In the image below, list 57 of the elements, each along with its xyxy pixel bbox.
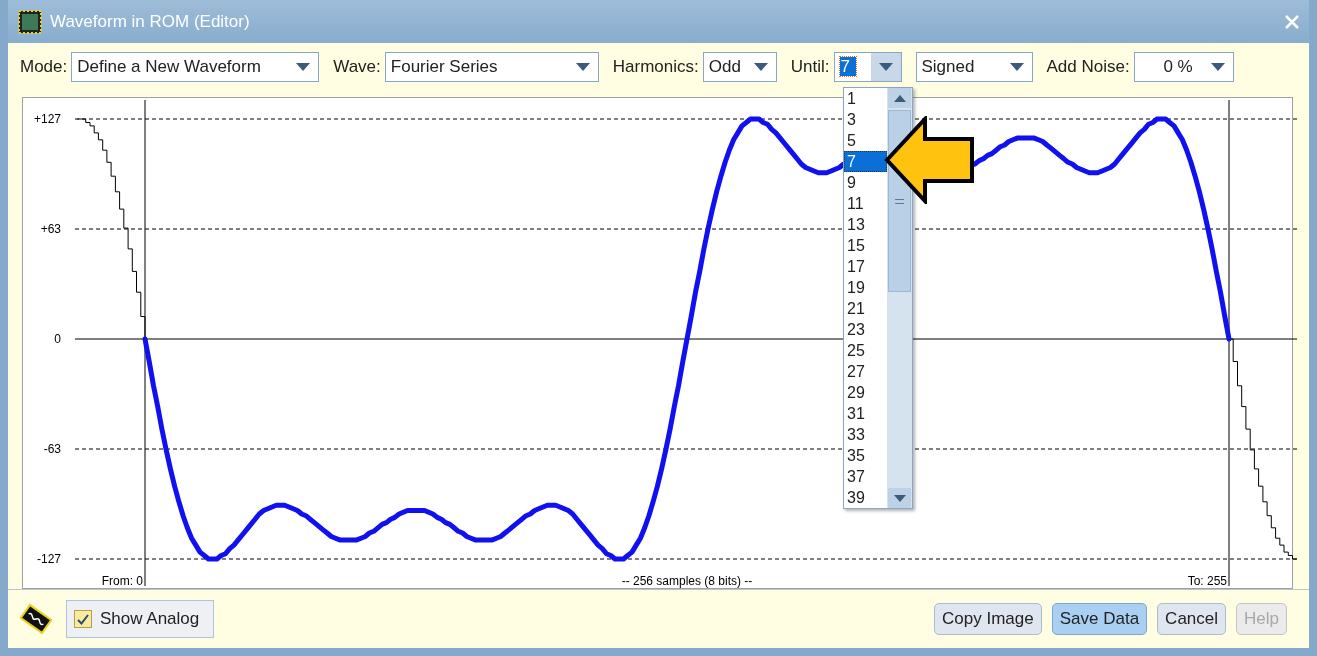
dropdown[interactable]: Odd [702, 52, 777, 82]
caret-icon [1009, 63, 1024, 71]
scroll-down-icon[interactable] [893, 494, 906, 502]
list-option[interactable]: 37 [844, 466, 887, 487]
list-option[interactable]: 19 [844, 277, 887, 298]
list-option[interactable]: 25 [844, 340, 887, 361]
list-option[interactable]: 11 [844, 193, 887, 214]
caret-icon [1210, 63, 1225, 71]
list-option[interactable]: 27 [844, 361, 887, 382]
axis-label: 0 [54, 332, 61, 346]
field-label: Add Noise: [1046, 57, 1130, 77]
arrow-icon [884, 116, 975, 204]
list-option[interactable]: 7 [844, 151, 887, 172]
dropdown[interactable]: Define a New Waveform [71, 52, 320, 82]
scroll-up-icon[interactable] [893, 94, 906, 102]
list-option[interactable]: 1 [844, 88, 887, 109]
list-option[interactable]: 9 [844, 172, 887, 193]
list-option[interactable]: 21 [844, 298, 887, 319]
list-option[interactable]: 15 [844, 235, 887, 256]
grip-icon [895, 198, 904, 204]
dropdown[interactable]: Fourier Series [384, 52, 599, 82]
list-option[interactable]: 39 [844, 487, 887, 508]
checkmark-icon [77, 613, 89, 625]
dropdown[interactable]: 0 % [1133, 52, 1234, 82]
show-analog-checkbox[interactable]: Show Analog [66, 600, 215, 638]
list-option[interactable]: 3 [844, 109, 887, 130]
axis-label: +127 [33, 112, 61, 126]
list-option[interactable]: 33 [844, 424, 887, 445]
list-option[interactable]: 5 [844, 130, 887, 151]
dialog-button[interactable]: Save Data [1051, 603, 1148, 635]
axis-label: From: 0 [101, 574, 143, 588]
list-option[interactable]: 29 [844, 382, 887, 403]
caret-icon [878, 63, 893, 71]
chip-icon [18, 9, 42, 34]
dialog-button[interactable]: Cancel [1157, 603, 1227, 635]
dropdown[interactable]: Signed [915, 52, 1033, 82]
list-option[interactable]: 23 [844, 319, 887, 340]
caret-icon [753, 63, 768, 71]
list-option[interactable]: 13 [844, 214, 887, 235]
list-option[interactable]: 17 [844, 256, 887, 277]
axis-label: To: 255 [1187, 574, 1227, 588]
axis-label: -127 [36, 552, 61, 566]
field-label: Harmonics: [612, 57, 699, 77]
field-label: Mode: [20, 57, 68, 77]
dialog-button[interactable]: Copy Image [934, 603, 1042, 635]
caret-icon [296, 63, 311, 71]
axis-label: -- 256 samples (8 bits) -- [621, 574, 753, 588]
window-title: Waveform in ROM (Editor) [50, 11, 251, 32]
axis-label: +63 [40, 222, 61, 236]
dropdown[interactable]: 7 [833, 52, 902, 82]
field-label: Until: [790, 57, 830, 77]
field-label: Wave: [333, 57, 381, 77]
scrollbar[interactable] [887, 88, 912, 508]
list-option[interactable]: 35 [844, 445, 887, 466]
caret-icon [575, 63, 590, 71]
axis-label: -63 [43, 442, 61, 456]
list-option[interactable]: 31 [844, 403, 887, 424]
